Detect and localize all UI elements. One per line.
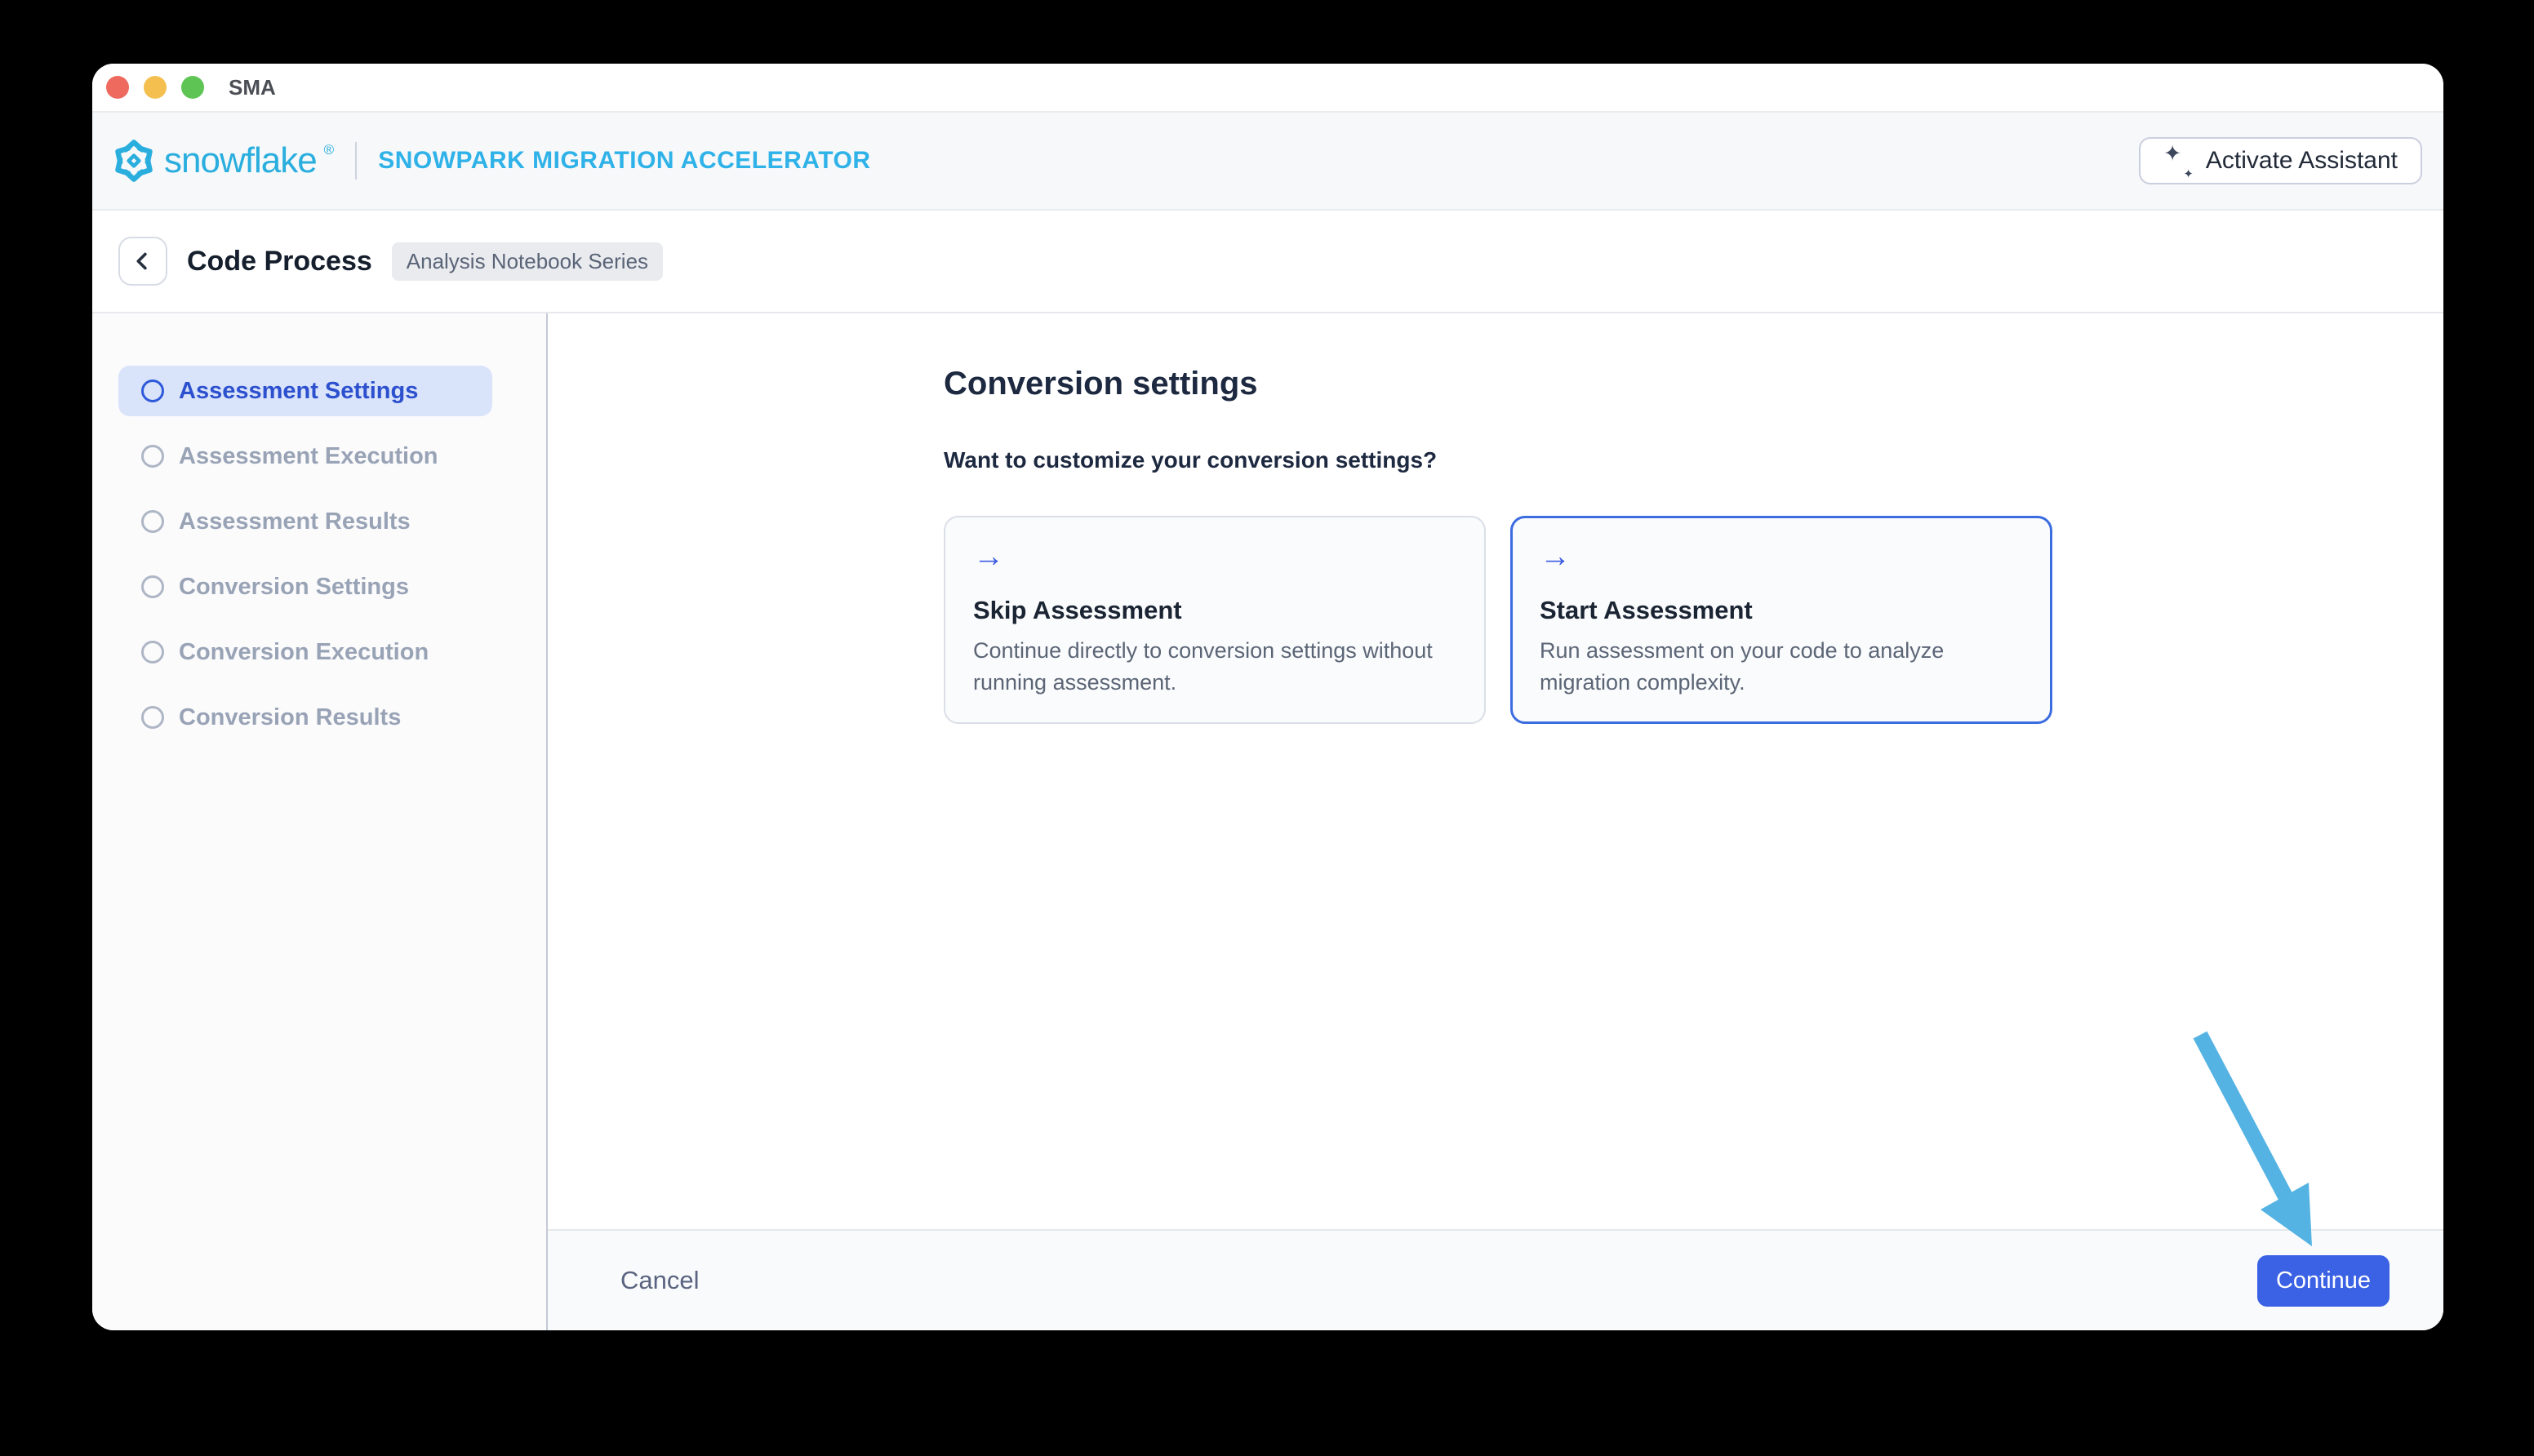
action-bar: Cancel Continue [548, 1229, 2443, 1330]
activate-assistant-button[interactable]: ✦ ✦ Activate Assistant [2139, 137, 2422, 184]
continue-button[interactable]: Continue [2257, 1255, 2390, 1307]
step-radio-icon [141, 575, 164, 598]
card-description: Continue directly to conversion settings… [973, 635, 1456, 699]
step-radio-icon [141, 641, 164, 664]
zoom-button[interactable] [181, 76, 204, 99]
close-button[interactable] [106, 76, 129, 99]
brand-wordmark: snowflake [164, 140, 317, 181]
brand-logo: snowflake ® [110, 137, 334, 184]
step-radio-icon [141, 510, 164, 533]
sidebar-item-label: Assessment Results [179, 508, 411, 535]
registered-mark: ® [324, 142, 335, 158]
sparkles-icon: ✦ ✦ [2163, 146, 2193, 175]
desktop-background: { "window": { "title": "SMA" }, "header"… [0, 0, 2534, 1456]
activate-assistant-label: Activate Assistant [2206, 147, 2398, 175]
arrow-right-icon: → [973, 542, 1456, 571]
skip-assessment-card[interactable]: → Skip Assessment Continue directly to c… [944, 516, 1486, 724]
step-radio-icon [141, 445, 164, 468]
step-radio-icon [141, 706, 164, 729]
sidebar-item-label: Assessment Settings [179, 378, 418, 405]
section-heading: Conversion settings [944, 366, 1258, 402]
sidebar-item-label: Conversion Results [179, 704, 401, 731]
option-cards: → Skip Assessment Continue directly to c… [944, 516, 2052, 724]
steps-sidebar: Assessment Settings Assessment Execution… [92, 313, 548, 1330]
titlebar: SMA [92, 64, 2443, 113]
brand-divider [355, 142, 357, 180]
cancel-button[interactable]: Cancel [620, 1266, 700, 1295]
sidebar-item-conversion-settings[interactable]: Conversion Settings [118, 562, 492, 612]
sidebar-item-conversion-execution[interactable]: Conversion Execution [118, 627, 492, 677]
main-panel: Conversion settings Want to customize yo… [548, 313, 2443, 1330]
window-controls [106, 76, 204, 99]
app-title: SNOWPARK MIGRATION ACCELERATOR [378, 147, 870, 175]
step-radio-icon [141, 380, 164, 402]
sidebar-item-label: Conversion Settings [179, 574, 409, 601]
sidebar-item-label: Conversion Execution [179, 639, 429, 666]
snowflake-icon [110, 137, 158, 184]
sidebar-item-conversion-results[interactable]: Conversion Results [118, 692, 492, 743]
card-title: Skip Assessment [973, 596, 1456, 625]
app-header: snowflake ® SNOWPARK MIGRATION ACCELERAT… [92, 113, 2443, 211]
page-toolbar: Code Process Analysis Notebook Series [92, 211, 2443, 313]
sidebar-item-assessment-settings[interactable]: Assessment Settings [118, 366, 492, 416]
back-button[interactable] [118, 237, 167, 286]
sidebar-item-assessment-results[interactable]: Assessment Results [118, 496, 492, 547]
section-question: Want to customize your conversion settin… [944, 447, 1437, 473]
card-description: Run assessment on your code to analyze m… [1540, 635, 2023, 699]
app-window: SMA snowflake ® SNOWPARK MIGRATION ACCEL… [92, 64, 2443, 1330]
series-badge: Analysis Notebook Series [392, 242, 663, 281]
minimize-button[interactable] [144, 76, 167, 99]
sidebar-item-assessment-execution[interactable]: Assessment Execution [118, 431, 492, 482]
window-title: SMA [229, 75, 276, 100]
page-title: Code Process [187, 246, 372, 277]
content-area: Assessment Settings Assessment Execution… [92, 313, 2443, 1330]
arrow-right-icon: → [1540, 542, 2023, 571]
chevron-left-icon [129, 247, 157, 275]
sparkle-small: ✦ [2183, 168, 2194, 180]
sidebar-item-label: Assessment Execution [179, 443, 438, 470]
sparkle-large: ✦ [2163, 143, 2182, 165]
card-title: Start Assessment [1540, 596, 2023, 625]
start-assessment-card[interactable]: → Start Assessment Run assessment on you… [1510, 516, 2052, 724]
